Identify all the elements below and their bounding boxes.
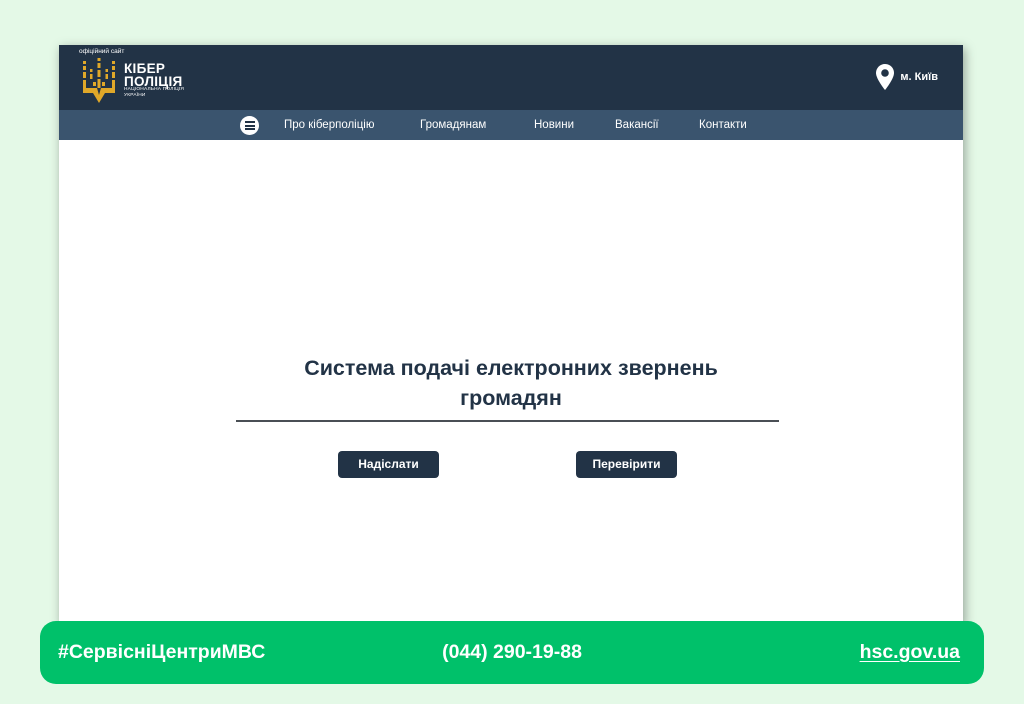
logo-title: КІБЕР ПОЛІЦІЯ	[124, 61, 183, 89]
location-city: м. Київ	[900, 71, 938, 83]
official-site-label: офіційний сайт	[79, 48, 125, 55]
menu-icon[interactable]	[240, 116, 259, 135]
nav-item-citizens[interactable]: Громадянам	[420, 110, 486, 140]
site-header: офіційний сайт КІБЕР ПОЛІЦІЯ НАЦІОНАЛЬНА…	[59, 45, 963, 110]
submit-button[interactable]: Надіслати	[338, 451, 439, 478]
logo-subtitle: НАЦІОНАЛЬНА ПОЛІЦІЯ УКРАЇНИ	[124, 87, 185, 98]
nav-item-vacancies[interactable]: Вакансії	[615, 110, 659, 140]
location-pin-icon	[876, 64, 895, 90]
page-title: Система подачі електронних звернень гром…	[304, 356, 718, 410]
nav-item-contacts[interactable]: Контакти	[699, 110, 747, 140]
banner-phone: (044) 290-19-88	[442, 641, 582, 663]
location-selector[interactable]: м. Київ	[876, 63, 938, 91]
title-divider	[236, 420, 779, 422]
trident-emblem-logo[interactable]	[81, 57, 117, 105]
nav-item-about[interactable]: Про кіберполіцію	[284, 110, 375, 140]
main-nav: Про кіберполіцію Громадянам Новини Вакан…	[59, 110, 963, 140]
nav-item-news[interactable]: Новини	[534, 110, 574, 140]
promo-banner: #СервісніЦентриМВС (044) 290-19-88 hsc.g…	[40, 621, 984, 684]
banner-site-link[interactable]: hsc.gov.ua	[860, 621, 960, 684]
check-button[interactable]: Перевірити	[576, 451, 677, 478]
browser-page: офіційний сайт КІБЕР ПОЛІЦІЯ НАЦІОНАЛЬНА…	[59, 45, 963, 625]
